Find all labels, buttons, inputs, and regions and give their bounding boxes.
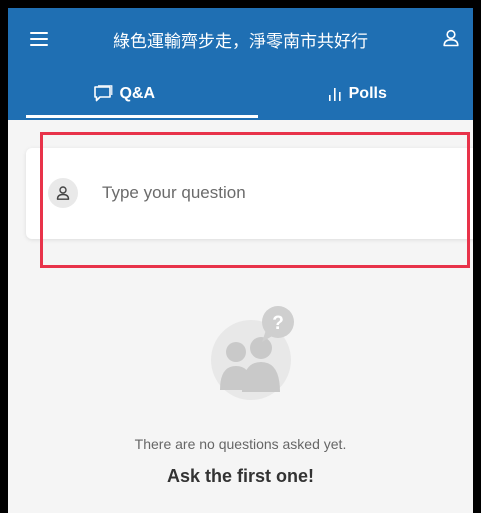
empty-state-message: There are no questions asked yet. bbox=[134, 436, 347, 452]
active-tab-indicator bbox=[26, 115, 258, 118]
tab-qa[interactable]: Q&A bbox=[8, 68, 241, 120]
top-bar: 綠色運輸齊步走，淨零南市共好行 bbox=[8, 8, 473, 68]
user-icon[interactable] bbox=[441, 28, 461, 48]
empty-state-cta: Ask the first one! bbox=[166, 466, 315, 486]
tab-bar: Q&A Polls bbox=[8, 68, 473, 120]
question-mark-badge: ? bbox=[272, 313, 284, 334]
user-icon bbox=[56, 186, 70, 200]
question-card[interactable] bbox=[26, 148, 473, 239]
question-input[interactable] bbox=[102, 176, 442, 210]
event-title: 綠色運輸齊步走，淨零南市共好行 bbox=[113, 32, 368, 52]
empty-state-illustration: ? bbox=[206, 300, 306, 402]
hamburger-menu-icon[interactable] bbox=[30, 32, 48, 46]
avatar bbox=[48, 178, 78, 208]
tab-qa-label: Q&A bbox=[119, 85, 156, 102]
tab-polls-label: Polls bbox=[348, 85, 387, 102]
bar-chart-icon bbox=[327, 86, 343, 102]
app-header: 綠色運輸齊步走，淨零南市共好行 Q&A Polls bbox=[8, 8, 473, 120]
app-window: 綠色運輸齊步走，淨零南市共好行 Q&A Polls Type your ques… bbox=[8, 8, 473, 513]
tab-polls[interactable]: Polls bbox=[241, 68, 474, 120]
chat-bubble-icon bbox=[93, 85, 113, 103]
